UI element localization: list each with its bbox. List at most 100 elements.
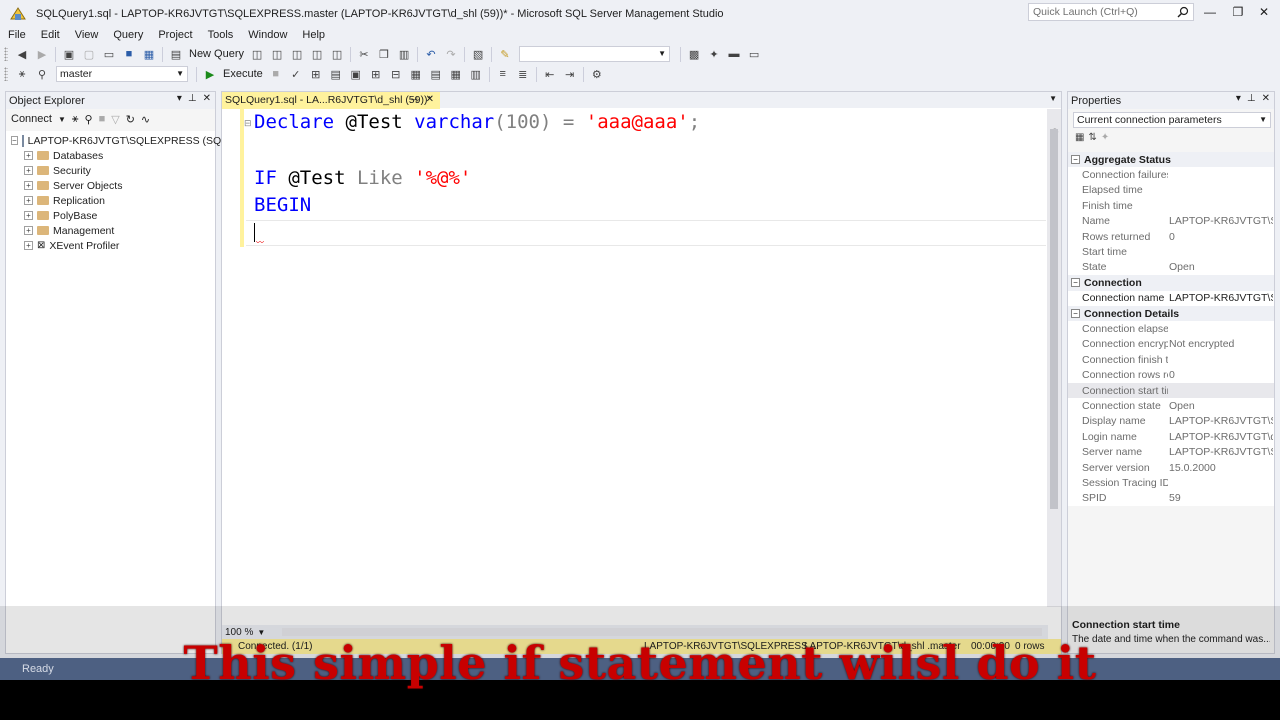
chevron-down-icon[interactable]: ▼ [58, 115, 66, 124]
collapse-icon[interactable]: − [1071, 278, 1080, 288]
prop-row-selected[interactable]: Connection start tir [1068, 382, 1274, 399]
client-stats-icon[interactable]: ▦ [408, 66, 424, 82]
close-icon[interactable]: ✕ [203, 93, 211, 104]
prop-row[interactable]: Login nameLAPTOP-KR6JVTGT\d_sh [1068, 429, 1274, 444]
cancel-query-icon[interactable]: ■ [268, 66, 284, 82]
outdent-icon[interactable]: ⇤ [542, 66, 558, 82]
vertical-scrollbar[interactable]: ⊕ [1047, 109, 1061, 607]
pin-icon[interactable]: ⊣ [410, 92, 418, 108]
menu-file[interactable]: File [0, 29, 33, 41]
collapse-icon[interactable]: − [11, 136, 18, 145]
disconnect-icon[interactable]: ⚲ [85, 113, 93, 126]
menu-edit[interactable]: Edit [33, 29, 67, 41]
properties-object-select[interactable]: Current connection parameters ▼ [1073, 112, 1271, 128]
category-connection-details[interactable]: − Connection Details [1068, 305, 1274, 322]
minimize-button[interactable]: — [1200, 4, 1220, 20]
save-all-icon[interactable]: ▦ [141, 46, 157, 62]
code-editor[interactable]: ⊟ Declare @Test varchar(100) = 'aaa@aaa'… [222, 109, 1048, 607]
prop-row[interactable]: State Open [1068, 260, 1274, 275]
filter-icon[interactable]: ▽ [111, 113, 119, 126]
new-query-button[interactable]: New Query [189, 48, 244, 60]
results-text-icon[interactable]: ▤ [428, 66, 444, 82]
pin-icon[interactable]: ⊥ [188, 93, 197, 104]
properties-icon[interactable]: ✦ [706, 46, 722, 62]
activity-monitor-icon[interactable]: ∿ [141, 113, 150, 126]
comment-icon[interactable]: ≡ [495, 66, 511, 82]
menu-view[interactable]: View [67, 29, 106, 41]
prop-row[interactable]: Server version 15.0.2000 [1068, 460, 1274, 475]
pin-icon[interactable]: ⊥ [1247, 93, 1256, 104]
tree-node-security[interactable]: + Security [6, 163, 215, 178]
collapse-icon[interactable]: − [1071, 155, 1080, 165]
connect-icon[interactable]: ⚹ [14, 66, 30, 82]
expand-icon[interactable]: + [24, 151, 33, 160]
category-connection[interactable]: − Connection [1068, 275, 1274, 291]
results-grid-icon[interactable]: ▦ [448, 66, 464, 82]
expand-icon[interactable]: + [24, 241, 33, 250]
expand-icon[interactable]: + [24, 196, 33, 205]
solution-explorer-icon[interactable]: ▩ [686, 46, 702, 62]
dax-query-icon[interactable]: ◫ [329, 46, 345, 62]
menu-help[interactable]: Help [294, 29, 332, 41]
execute-icon[interactable]: ▶ [202, 66, 218, 82]
tree-node-server-objects[interactable]: + Server Objects [6, 178, 215, 193]
horizontal-scrollbar[interactable] [282, 628, 1042, 636]
close-icon[interactable]: ✕ [1262, 93, 1270, 104]
toolbar-grip[interactable] [4, 47, 8, 61]
tree-server-node[interactable]: − LAPTOP-KR6JVTGT\SQLEXPRESS (SQL Se [6, 133, 242, 148]
find-icon[interactable]: ✎ [497, 46, 513, 62]
expand-icon[interactable]: + [24, 226, 33, 235]
tree-node-databases[interactable]: + Databases [6, 148, 215, 163]
open-file-icon[interactable]: ▭ [101, 46, 117, 62]
menu-query[interactable]: Query [105, 29, 150, 41]
include-plan-icon[interactable]: ⊞ [368, 66, 384, 82]
prop-row[interactable]: Start time [1068, 244, 1274, 259]
filter-icon[interactable]: ▧ [470, 46, 486, 62]
refresh-icon[interactable]: ↻ [126, 113, 135, 126]
live-stats-icon[interactable]: ⊟ [388, 66, 404, 82]
database-engine-query-icon[interactable]: ◫ [249, 46, 265, 62]
tab-overflow-icon[interactable]: ▼ [1049, 94, 1057, 103]
fold-icon[interactable]: ⊟ [244, 118, 252, 129]
alphabetical-icon[interactable]: ⇅ [1088, 132, 1096, 143]
dropdown-icon[interactable]: ▾ [177, 93, 182, 104]
xmla-query-icon[interactable]: ◫ [309, 46, 325, 62]
toolbar-grip[interactable] [4, 67, 8, 81]
cut-icon[interactable]: ✂ [356, 46, 372, 62]
change-connection-icon[interactable]: ⚲ [34, 66, 50, 82]
display-plan-icon[interactable]: ⊞ [308, 66, 324, 82]
prop-row[interactable]: Elapsed time [1068, 183, 1274, 198]
specify-values-icon[interactable]: ⚙ [589, 66, 605, 82]
expand-icon[interactable]: + [24, 166, 33, 175]
connect-button[interactable]: Connect [11, 113, 52, 125]
prop-row[interactable]: Finish time [1068, 198, 1274, 213]
back-icon[interactable]: ◀ [14, 46, 30, 62]
close-icon[interactable]: ✕ [426, 92, 434, 108]
category-aggregate-status[interactable]: − Aggregate Status [1068, 152, 1274, 168]
execute-button[interactable]: Execute [223, 68, 263, 80]
undo-icon[interactable]: ↶ [423, 46, 439, 62]
property-pages-icon[interactable]: ✦ [1101, 132, 1109, 143]
query-options-icon[interactable]: ▤ [328, 66, 344, 82]
dropdown-icon[interactable]: ▾ [1236, 93, 1241, 104]
prop-row[interactable]: Connection failures [1068, 167, 1274, 182]
menu-project[interactable]: Project [150, 29, 199, 41]
tree-node-replication[interactable]: + Replication [6, 193, 215, 208]
redo-icon[interactable]: ↷ [443, 46, 459, 62]
prop-row[interactable]: Server nameLAPTOP-KR6JVTGT\SQLE [1068, 444, 1274, 459]
prop-row[interactable]: Connection rows re 0 [1068, 367, 1274, 382]
results-file-icon[interactable]: ▥ [468, 66, 484, 82]
prop-row[interactable]: Connection elapsed [1068, 321, 1274, 336]
expand-icon[interactable]: + [24, 181, 33, 190]
parse-icon[interactable]: ✓ [288, 66, 304, 82]
copy-icon[interactable]: ❐ [376, 46, 392, 62]
prop-row[interactable]: Connection finish ti [1068, 352, 1274, 367]
prop-row[interactable]: SPID 59 [1068, 491, 1274, 506]
search-combo[interactable]: ▼ [519, 46, 671, 62]
menu-window[interactable]: Window [240, 29, 294, 41]
tab-sqlquery1[interactable]: SQLQuery1.sql - LA...R6JVTGT\d_shl (59))… [222, 92, 440, 109]
database-select[interactable]: master ▼ [56, 66, 188, 82]
uncomment-icon[interactable]: ≣ [515, 66, 531, 82]
mdx-query-icon[interactable]: ◫ [269, 46, 285, 62]
intellisense-icon[interactable]: ▣ [348, 66, 364, 82]
